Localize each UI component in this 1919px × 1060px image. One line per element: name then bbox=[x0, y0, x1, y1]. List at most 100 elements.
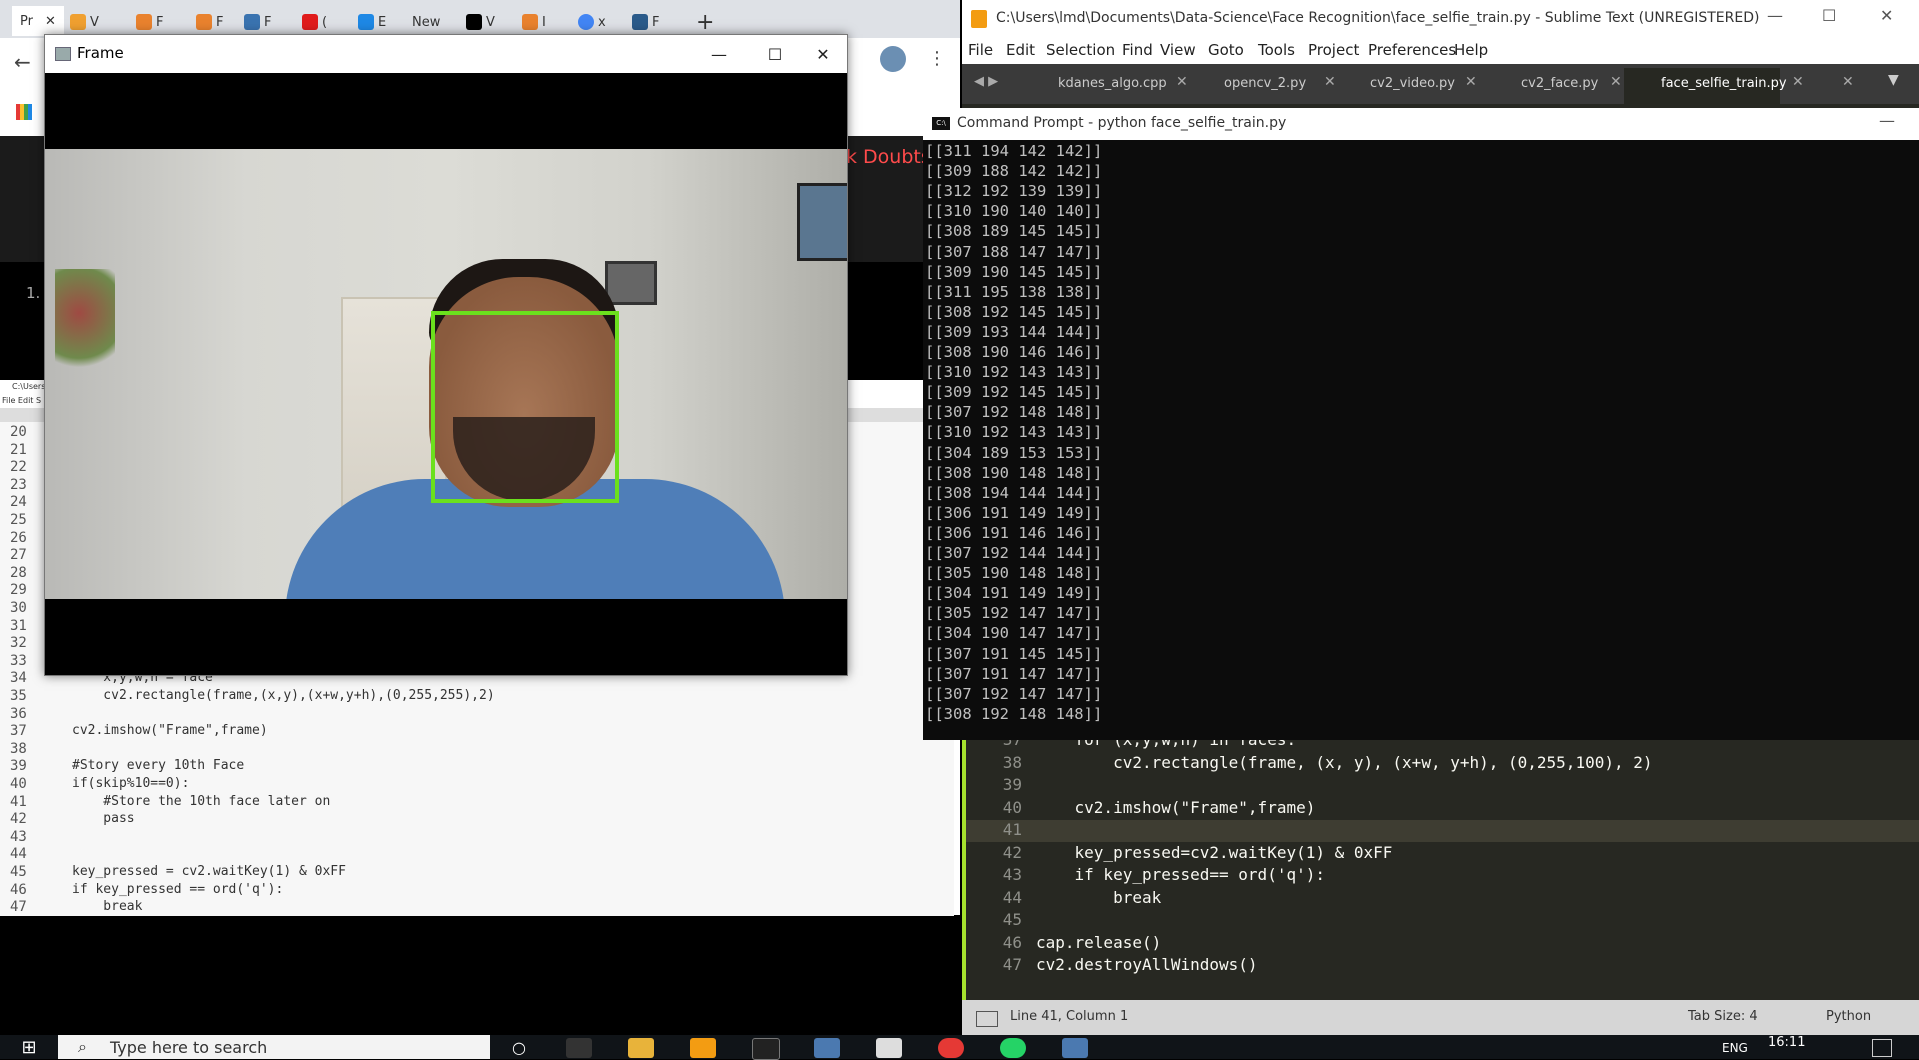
menu-selection[interactable]: Selection bbox=[1046, 41, 1115, 59]
code-line[interactable]: 43 if key_pressed== ord('q'): bbox=[962, 865, 1919, 887]
close-icon[interactable]: ✕ bbox=[45, 14, 56, 29]
whatsapp-icon[interactable] bbox=[1000, 1038, 1026, 1058]
code-line[interactable]: 38 cv2.rectangle(frame, (x, y), (x+w, y+… bbox=[962, 753, 1919, 775]
close-button[interactable]: ✕ bbox=[1880, 6, 1893, 25]
frame-window: Frame — ☐ ✕ bbox=[44, 34, 848, 676]
browser-tab[interactable]: E bbox=[358, 9, 386, 35]
tab-scroll-icon[interactable]: ◀ ▶ bbox=[974, 74, 998, 89]
browser-tab[interactable]: F bbox=[136, 9, 163, 35]
output-line: [[304 191 149 149]] bbox=[925, 584, 1103, 603]
cmd-output[interactable]: [[311 194 142 142]] [[309 188 142 142]][[… bbox=[923, 140, 1919, 740]
language-indicator[interactable]: ENG bbox=[1722, 1041, 1748, 1055]
line-number: 20 bbox=[10, 424, 27, 440]
close-icon[interactable]: ✕ bbox=[1842, 74, 1854, 90]
menu-project[interactable]: Project bbox=[1308, 41, 1359, 59]
maximize-button[interactable]: ☐ bbox=[1822, 6, 1836, 25]
browser-tab[interactable]: ( bbox=[302, 9, 327, 35]
menu-help[interactable]: Help bbox=[1454, 41, 1488, 59]
browser-tab-label: New bbox=[412, 14, 441, 30]
chrome-icon[interactable] bbox=[938, 1038, 964, 1058]
windows-start-icon[interactable]: ⊞ bbox=[0, 1035, 58, 1059]
output-line: [[307 192 148 148]] bbox=[925, 403, 1103, 422]
browser-tab[interactable]: F bbox=[244, 9, 271, 35]
more-menu-icon[interactable]: ⋮ bbox=[928, 48, 946, 69]
code-line[interactable]: 45 bbox=[962, 910, 1919, 932]
code-line[interactable]: 47 cv2.destroyAllWindows() bbox=[962, 955, 1919, 977]
apps-grid-icon[interactable] bbox=[16, 104, 32, 120]
window-title: C:\Users\lmd\Documents\Data-Science\Face… bbox=[996, 10, 1760, 26]
menu-file[interactable]: File bbox=[968, 41, 993, 59]
cmd-taskbar-icon[interactable] bbox=[752, 1038, 780, 1060]
tab-cv2-video[interactable]: cv2_video.py bbox=[1370, 76, 1455, 91]
minimize-button[interactable]: — bbox=[1767, 6, 1783, 25]
menu-tools[interactable]: Tools bbox=[1258, 41, 1295, 59]
line-number: 42 bbox=[10, 811, 27, 828]
header-link[interactable]: k Doubts bbox=[846, 146, 931, 168]
code-line[interactable]: 41 bbox=[962, 820, 1919, 842]
sublime-taskbar-icon[interactable] bbox=[690, 1038, 716, 1058]
notification-icon[interactable] bbox=[1872, 1039, 1892, 1057]
menu-preferences[interactable]: Preferences bbox=[1368, 41, 1456, 59]
python-icon bbox=[244, 14, 260, 30]
output-line: [[309 192 145 145]] bbox=[925, 383, 1103, 402]
new-tab-button[interactable]: + bbox=[696, 10, 714, 35]
maximize-button[interactable]: ☐ bbox=[755, 41, 795, 67]
browser-tab[interactable]: F bbox=[196, 9, 223, 35]
tab-kdanes-algo[interactable]: kdanes_algo.cpp bbox=[1058, 76, 1167, 91]
menu-edit[interactable]: Edit bbox=[1006, 41, 1035, 59]
site-icon bbox=[70, 14, 86, 30]
menu-goto[interactable]: Goto bbox=[1208, 41, 1244, 59]
close-icon[interactable]: ✕ bbox=[1465, 74, 1477, 90]
taskbar-search[interactable]: ⌕ Type here to search bbox=[58, 1035, 490, 1059]
back-arrow-icon[interactable]: ← bbox=[14, 50, 31, 74]
code-line[interactable]: 44 break bbox=[962, 888, 1919, 910]
menu-find[interactable]: Find bbox=[1122, 41, 1153, 59]
google-icon bbox=[578, 14, 594, 30]
browser-tab[interactable]: I bbox=[522, 9, 546, 35]
code-line[interactable]: 40 cv2.imshow("Frame",frame) bbox=[962, 798, 1919, 820]
close-icon[interactable]: ✕ bbox=[1176, 74, 1188, 90]
python-window-icon[interactable] bbox=[1062, 1038, 1088, 1058]
tab-size[interactable]: Tab Size: 4 bbox=[1688, 1009, 1758, 1024]
browser-tab[interactable]: V bbox=[466, 9, 495, 35]
browser-tab[interactable]: Pr ✕ bbox=[12, 6, 64, 36]
line-number: 44 bbox=[1002, 887, 1022, 907]
tab-opencv-2[interactable]: opencv_2.py bbox=[1224, 76, 1306, 91]
clock[interactable]: 16:11 bbox=[1768, 1035, 1805, 1050]
sublime-menu-bar: File Edit Selection Find View Goto Tools… bbox=[962, 38, 1919, 64]
code-line: #Store the 10th face later on bbox=[72, 793, 331, 809]
output-line: [[307 188 147 147]] bbox=[925, 242, 1103, 261]
browser-tab[interactable]: x bbox=[578, 9, 606, 35]
close-button[interactable]: ✕ bbox=[803, 41, 843, 67]
site-icon bbox=[136, 14, 152, 30]
code-line: #Story every 10th Face bbox=[72, 758, 245, 774]
close-icon[interactable]: ✕ bbox=[1324, 74, 1336, 90]
browser-tab[interactable]: New bbox=[412, 9, 440, 35]
code-line[interactable]: 46 cap.release() bbox=[962, 933, 1919, 955]
cortana-icon[interactable]: ○ bbox=[512, 1038, 538, 1058]
avatar[interactable] bbox=[880, 46, 906, 72]
browser-tab[interactable]: V bbox=[70, 9, 99, 35]
minimize-button[interactable]: — bbox=[1879, 111, 1895, 130]
mail-icon[interactable] bbox=[876, 1038, 902, 1058]
background-plant bbox=[55, 269, 115, 379]
close-icon[interactable]: ✕ bbox=[1792, 74, 1804, 90]
minimize-button[interactable]: — bbox=[699, 41, 739, 67]
tab-overflow-icon[interactable]: ▼ bbox=[1888, 72, 1899, 88]
search-icon: ⌕ bbox=[78, 1037, 87, 1056]
panel-toggle-icon[interactable] bbox=[976, 1011, 998, 1027]
code-line[interactable]: 39 bbox=[962, 775, 1919, 797]
browser-tab[interactable]: F bbox=[632, 9, 659, 35]
syntax-mode[interactable]: Python bbox=[1826, 1009, 1871, 1024]
browser-tab-bar: Pr ✕ V F F F ( E New V I x F + bbox=[0, 0, 960, 38]
menu-view[interactable]: View bbox=[1160, 41, 1196, 59]
app-taskbar-icon[interactable] bbox=[814, 1038, 840, 1058]
code-line[interactable]: 42 key_pressed=cv2.waitKey(1) & 0xFF bbox=[962, 843, 1919, 865]
close-icon[interactable]: ✕ bbox=[1610, 74, 1622, 90]
cmd-title-bar: C:\ Command Prompt - python face_selfie_… bbox=[923, 108, 1919, 140]
tab-face-selfie-train[interactable]: face_selfie_train.py bbox=[1661, 76, 1787, 91]
sublime-code-area[interactable]: 37 for (x,y,w,h) in faces:38 cv2.rectang… bbox=[962, 730, 1919, 1000]
file-explorer-icon[interactable] bbox=[628, 1038, 654, 1058]
task-view-icon[interactable] bbox=[566, 1038, 592, 1058]
tab-cv2-face[interactable]: cv2_face.py bbox=[1521, 76, 1598, 91]
